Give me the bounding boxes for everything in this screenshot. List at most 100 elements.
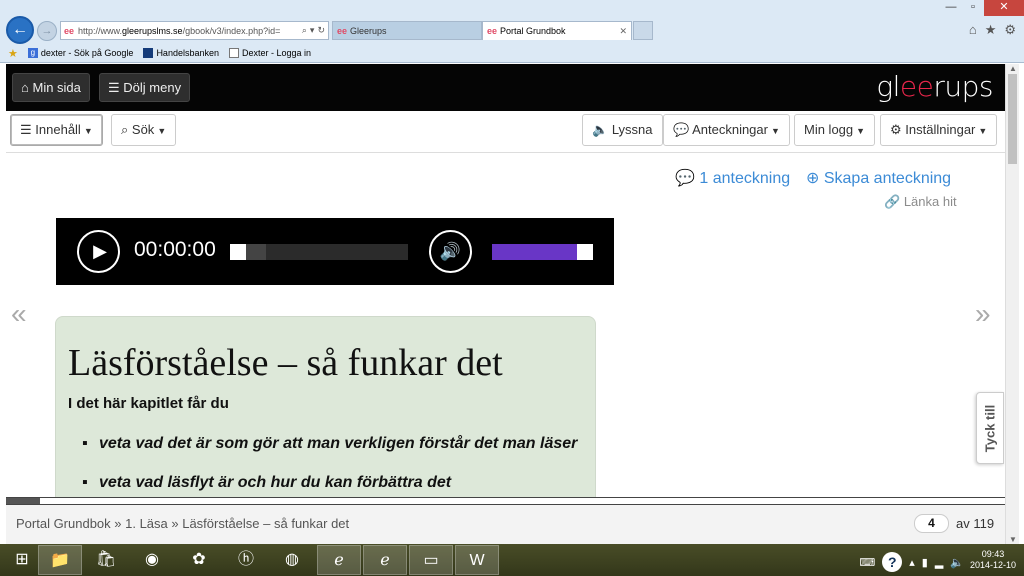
list-item: veta vad det är som gör att man verklige… — [82, 434, 583, 453]
current-time: 00:00:00 — [134, 238, 216, 261]
handelsbanken-icon — [143, 48, 154, 58]
objectives-list: veta vad det är som gör att man verklige… — [68, 434, 583, 492]
installningar-button[interactable]: ⚙ Inställningar ▼ — [880, 114, 998, 146]
lyssna-button[interactable]: 🔈 Lyssna — [582, 114, 663, 146]
seek-handle[interactable] — [230, 244, 246, 260]
link-here[interactable]: 🔗 Länka hit — [884, 194, 957, 210]
volume-slider[interactable] — [492, 244, 593, 260]
dropdown-icon[interactable]: ▾ — [310, 25, 315, 36]
top-bar: ⌂ Min sida ☰ Dölj meny gleerups — [6, 64, 1005, 111]
word-icon[interactable]: W — [455, 545, 499, 575]
url-text: http://www.gleerupslms.se/gbook/v3/index… — [78, 25, 281, 36]
create-note-link[interactable]: ⊕ Skapa anteckning — [806, 168, 951, 188]
site-favicon: ee — [64, 25, 75, 36]
photos-icon[interactable]: ▭ — [409, 545, 453, 575]
paint-icon[interactable]: ✿ — [177, 545, 221, 575]
settings-gear-icon[interactable]: ⚙ — [1004, 22, 1016, 38]
comment-icon: 💬 — [673, 122, 690, 137]
breadcrumb[interactable]: Portal Grundbok » 1. Läsa » Läsförståels… — [16, 516, 349, 531]
tab-label: Portal Grundbok — [500, 26, 566, 36]
refresh-icon[interactable]: ↻ — [317, 25, 325, 36]
caret-down-icon: ▼ — [157, 126, 167, 136]
minimize-icon[interactable]: — — [940, 0, 962, 16]
scroll-thumb[interactable] — [1008, 74, 1017, 164]
scroll-up-icon[interactable]: ▲ — [1006, 64, 1020, 73]
clock[interactable]: 09:43 2014-12-10 — [970, 549, 1016, 571]
book-progress-fill — [6, 498, 40, 504]
caret-down-icon: ▼ — [770, 126, 780, 136]
web-page: ⌂ Min sida ☰ Dölj meny gleerups ☰ Innehå… — [6, 64, 1005, 544]
maximize-icon[interactable]: ▫ — [962, 0, 984, 16]
scroll-down-icon[interactable]: ▼ — [1006, 535, 1020, 544]
tab-favicon: ee — [337, 26, 348, 36]
tab-gleerups[interactable]: ee Gleerups — [332, 21, 482, 40]
min-logg-button[interactable]: Min logg ▼ — [794, 114, 876, 146]
dolj-meny-button[interactable]: ☰ Dölj meny — [99, 73, 191, 102]
help-icon[interactable]: ? — [882, 552, 903, 572]
taskbar: ⊞ 📁 🛍 ◉ ✿ ⓗ ◍ ℯ ℯ ▭ W ⌨ ? ▴ ▮ ▂ 🔈 09:43 … — [0, 544, 1024, 576]
firefox-icon[interactable]: ◍ — [270, 545, 314, 575]
volume-handle[interactable] — [577, 244, 593, 260]
volume-icon[interactable]: 🔊 — [429, 230, 472, 273]
gleerups-logo[interactable]: gleerups — [876, 70, 993, 103]
innehall-button[interactable]: ☰ Innehåll ▼ — [10, 114, 103, 146]
next-page-icon[interactable]: » — [975, 298, 991, 330]
anteckningar-button[interactable]: 💬 Anteckningar ▼ — [663, 114, 790, 146]
search-icon: ⌕ — [121, 122, 129, 137]
keyboard-icon[interactable]: ⌨ — [859, 556, 875, 569]
home-icon: ⌂ — [21, 80, 29, 95]
page-number-input[interactable]: 4 — [914, 514, 949, 533]
caret-down-icon: ▼ — [83, 126, 93, 136]
close-icon[interactable]: ✕ — [984, 0, 1024, 16]
window-controls: — ▫ ✕ — [940, 0, 1024, 16]
favorite-handelsbanken[interactable]: Handelsbanken — [143, 48, 219, 58]
min-sida-button[interactable]: ⌂ Min sida — [12, 73, 90, 102]
book-progress-bar — [6, 497, 1005, 505]
note-count-link[interactable]: 💬 1 anteckning — [675, 168, 790, 188]
comments-icon: 💬 — [675, 170, 695, 187]
sok-button[interactable]: ⌕ Sök ▼ — [111, 114, 177, 146]
favorites-star-icon[interactable]: ★ — [985, 22, 997, 38]
footer: Portal Grundbok » 1. Läsa » Läsförståels… — [6, 505, 1005, 544]
list-icon: ☰ — [20, 122, 32, 137]
gear-icon: ⚙ — [890, 122, 902, 137]
favorites-bar: ★ g dexter - Sök på Google Handelsbanken … — [0, 43, 1024, 63]
plus-circle-icon: ⊕ — [806, 170, 820, 187]
vertical-scrollbar[interactable]: ▲ ▼ — [1005, 64, 1019, 544]
tab-favicon: ee — [487, 26, 498, 36]
favorites-icon[interactable]: ★ — [8, 47, 18, 60]
tab-close-icon[interactable]: ✕ — [619, 22, 627, 41]
tab-portal-grundbok[interactable]: ee Portal Grundbok ✕ — [482, 21, 632, 40]
file-explorer-icon[interactable]: 📁 — [38, 545, 82, 575]
store-icon[interactable]: 🛍 — [84, 545, 128, 575]
chapter-intro: I det här kapitlet får du — [68, 395, 229, 412]
internet-explorer-icon[interactable]: ℯ — [317, 545, 361, 575]
network-icon[interactable]: ▂ — [935, 556, 943, 569]
favorite-dexter-google[interactable]: g dexter - Sök på Google — [27, 48, 133, 58]
media-icon[interactable]: ◉ — [130, 545, 174, 575]
system-tray: ⌨ ? ▴ ▮ ▂ 🔈 — [859, 552, 964, 572]
seek-bar[interactable] — [230, 244, 408, 260]
home-icon[interactable]: ⌂ — [969, 22, 977, 38]
new-tab-button[interactable] — [633, 21, 653, 40]
battery-icon[interactable]: ▮ — [922, 556, 928, 569]
caret-down-icon: ▼ — [978, 126, 988, 136]
google-icon: g — [27, 48, 38, 58]
feedback-tab[interactable]: Tyck till — [976, 392, 1004, 464]
play-icon[interactable]: ▶ — [77, 230, 120, 273]
forward-arrow-icon[interactable]: → — [37, 21, 57, 41]
back-arrow-icon[interactable]: ← — [6, 16, 34, 44]
hp-icon[interactable]: ⓗ — [224, 545, 268, 575]
internet-explorer-2-icon[interactable]: ℯ — [363, 545, 407, 575]
tray-arrow-icon[interactable]: ▴ — [909, 556, 915, 569]
volume-tray-icon[interactable]: 🔈 — [950, 556, 964, 569]
previous-page-icon[interactable]: « — [11, 298, 27, 330]
tab-label: Gleerups — [350, 26, 387, 36]
address-bar[interactable]: ee http://www.gleerupslms.se/gbook/v3/in… — [60, 21, 329, 40]
menu-icon: ☰ — [108, 80, 120, 95]
list-item: veta vad läsflyt är och hur du kan förbä… — [82, 473, 583, 492]
caret-down-icon: ▼ — [856, 126, 866, 136]
toolbar: ☰ Innehåll ▼ ⌕ Sök ▼ 🔈 Lyssna 💬 Anteckning… — [6, 111, 1005, 153]
favorite-dexter-login[interactable]: Dexter - Logga in — [229, 48, 311, 58]
search-icon[interactable]: ⌕ — [302, 25, 307, 36]
